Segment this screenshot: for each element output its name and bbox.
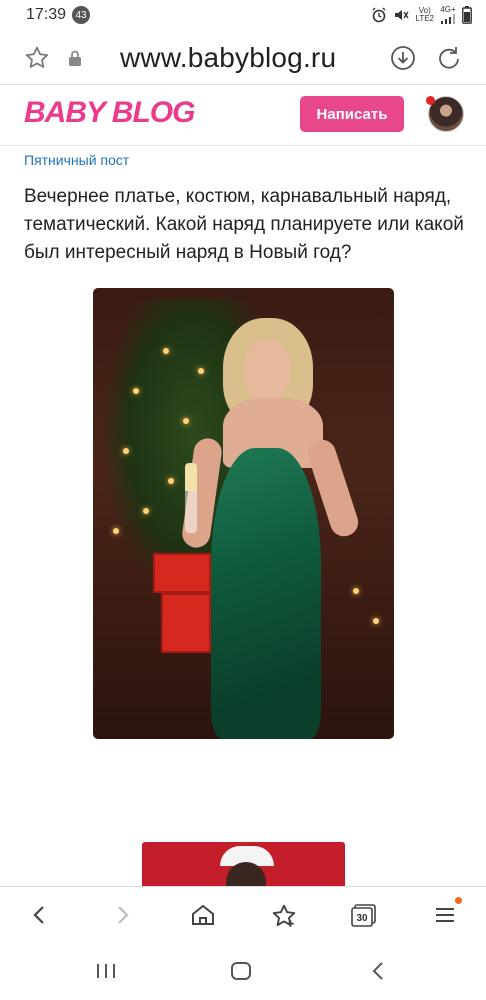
browser-url-bar: www.babyblog.ru — [0, 30, 486, 85]
battery-icon — [462, 6, 472, 24]
write-post-button[interactable]: Написать — [300, 96, 404, 132]
post-text: Вечернее платье, костюм, карнавальный на… — [24, 186, 464, 263]
home-button-icon[interactable] — [230, 961, 252, 981]
light-dot — [373, 618, 379, 624]
post-category-link[interactable]: Пятничный пост — [24, 152, 129, 168]
champagne-glass — [185, 463, 197, 533]
site-header: BABY BLOG Написать — [0, 86, 486, 146]
site-logo[interactable]: BABY BLOG — [24, 96, 195, 130]
lock-icon[interactable] — [68, 50, 82, 66]
face-shape — [243, 338, 291, 402]
light-dot — [113, 528, 119, 534]
home-icon[interactable] — [190, 903, 216, 927]
light-dot — [198, 368, 204, 374]
back-arrow-icon[interactable] — [28, 903, 52, 927]
bookmark-star-icon[interactable] — [24, 45, 50, 71]
light-dot — [353, 588, 359, 594]
status-time: 17:39 — [26, 6, 67, 23]
tabs-icon[interactable]: 30 — [350, 903, 378, 927]
menu-icon[interactable] — [433, 903, 457, 927]
light-dot — [183, 418, 189, 424]
tabs-count: 30 — [356, 913, 368, 924]
signal-icon: 4G+ — [440, 6, 456, 24]
network-label: Vo) LTE2 — [415, 6, 434, 23]
download-icon[interactable] — [390, 45, 416, 71]
light-dot — [143, 508, 149, 514]
light-dot — [163, 348, 169, 354]
system-back-icon[interactable] — [370, 961, 386, 981]
url-text[interactable]: www.babyblog.ru — [120, 42, 336, 74]
green-dress-shape — [211, 448, 321, 739]
recent-apps-icon[interactable] — [95, 962, 117, 980]
alarm-icon — [372, 7, 386, 23]
gift-box — [153, 553, 211, 593]
next-post-image[interactable] — [142, 842, 345, 888]
notification-count-badge: 43 — [72, 6, 91, 24]
browser-bottom-nav: 30 — [0, 886, 486, 942]
gift-box — [161, 593, 211, 653]
system-nav-bar — [0, 942, 486, 1000]
light-dot — [168, 478, 174, 484]
post-image[interactable] — [93, 288, 394, 739]
mute-icon — [395, 10, 410, 20]
reload-icon[interactable] — [436, 45, 462, 71]
status-bar: 17:39 43 Vo) LTE2 4G+ — [0, 0, 486, 30]
bookmarks-star-icon[interactable] — [271, 903, 297, 929]
light-dot — [133, 388, 139, 394]
notification-dot — [426, 96, 435, 105]
forward-arrow-icon[interactable] — [110, 903, 134, 927]
light-dot — [123, 448, 129, 454]
menu-notification-dot — [455, 897, 462, 904]
